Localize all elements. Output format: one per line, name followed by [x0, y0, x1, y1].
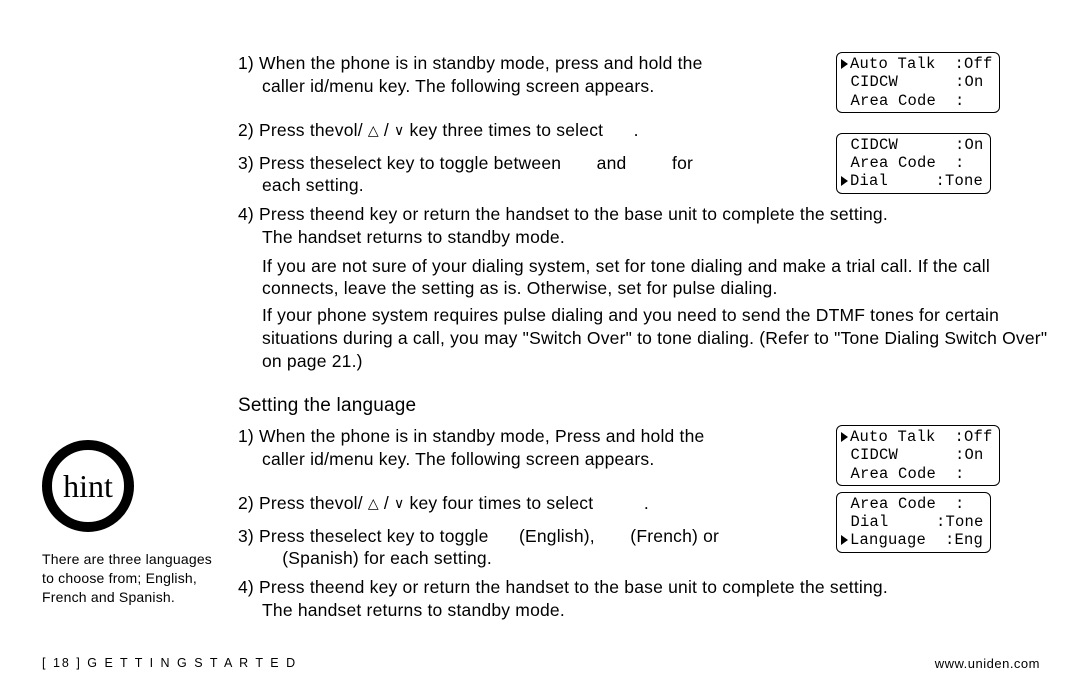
manual-page: hint There are three languages to choose…	[0, 0, 1080, 687]
text: (Spanish) for each setting.	[282, 548, 492, 568]
text: select	[335, 153, 382, 173]
text: (French) or	[625, 526, 719, 546]
lcd-line: CIDCW :On	[841, 136, 984, 154]
up-arrow-icon: △	[368, 495, 379, 511]
sec1-step1: 1) When the phone is in standby mode, pr…	[238, 52, 1058, 113]
hint-sidebar: hint There are three languages to choose…	[42, 440, 222, 607]
text: key four times to select	[410, 493, 599, 513]
lcd-line: Language :Eng	[850, 531, 983, 549]
text: 3) Press the	[238, 153, 335, 173]
text: 4) Press the	[238, 204, 335, 224]
text: for	[667, 153, 693, 173]
pointer-icon	[841, 432, 848, 442]
lcd-screen-1: Auto Talk :Off CIDCW :On Area Code :	[836, 52, 1000, 113]
text: vol/	[335, 120, 363, 140]
text: key to toggle between	[382, 153, 567, 173]
pointer-icon	[841, 59, 848, 69]
text: caller id/menu key. The following screen…	[238, 448, 828, 471]
sec1-note1: If you are not sure of your dialing syst…	[238, 255, 1058, 301]
page-footer: [ 18 ] G E T T I N G S T A R T E D www.u…	[42, 656, 1040, 671]
hint-note: There are three languages to choose from…	[42, 550, 222, 607]
lcd-line: Area Code :	[841, 465, 965, 483]
lcd-line: CIDCW :On	[841, 446, 984, 464]
text: 1) When the phone is in standby mode, Pr…	[238, 426, 704, 446]
text: .	[644, 493, 649, 513]
hint-label: hint	[63, 468, 113, 505]
text: each setting.	[238, 174, 828, 197]
lcd-line: Area Code :	[841, 495, 965, 513]
lcd-screen-3: Auto Talk :Off CIDCW :On Area Code :	[836, 425, 1000, 486]
pointer-icon	[841, 535, 848, 545]
text: .	[634, 120, 639, 140]
sec2-step2-3: 2) Press thevol/ △ / ∨ key four times to…	[238, 492, 1058, 570]
text: (English),	[514, 526, 600, 546]
text: key three times to select	[410, 120, 609, 140]
text: end	[335, 204, 365, 224]
sec2-step1: 1) When the phone is in standby mode, Pr…	[238, 425, 1058, 486]
sec1-step4: 4) Press theend key or return the handse…	[238, 203, 1058, 249]
text: and	[592, 153, 632, 173]
up-arrow-icon: △	[368, 122, 379, 138]
sec2-step4: 4) Press theend key or return the handse…	[238, 576, 1058, 622]
sec1-note2: If your phone system requires pulse dial…	[238, 304, 1058, 372]
text: 4) Press the	[238, 577, 335, 597]
section2-title: Setting the language	[238, 394, 1058, 419]
text: The handset returns to standby mode.	[238, 599, 1058, 622]
text: The handset returns to standby mode.	[238, 226, 1058, 249]
text: caller id/menu key. The following screen…	[238, 75, 828, 98]
text: 1) When the phone is in standby mode, pr…	[238, 53, 703, 73]
footer-left: [ 18 ] G E T T I N G S T A R T E D	[42, 656, 297, 671]
lcd-line: Auto Talk :Off	[850, 55, 993, 73]
text: 3) Press the	[238, 526, 335, 546]
text: end	[335, 577, 365, 597]
lcd-line: Area Code :	[841, 92, 965, 110]
text: key or return the handset to the base un…	[365, 204, 888, 224]
text: 2) Press the	[238, 120, 335, 140]
text: key or return the handset to the base un…	[365, 577, 888, 597]
lcd-line: Area Code :	[841, 154, 965, 172]
lcd-line: CIDCW :On	[841, 73, 984, 91]
lcd-line: Auto Talk :Off	[850, 428, 993, 446]
text: 2) Press the	[238, 493, 335, 513]
text: vol/	[335, 493, 363, 513]
lcd-screen-4: Area Code : Dial :Tone Language :Eng	[836, 492, 991, 553]
lcd-line: Dial :Tone	[841, 513, 984, 531]
footer-url: www.uniden.com	[935, 656, 1040, 671]
text: key to toggle	[382, 526, 494, 546]
lcd-line: Dial :Tone	[850, 172, 983, 190]
lcd-screen-2: CIDCW :On Area Code : Dial :Tone	[836, 133, 991, 194]
text: select	[335, 526, 382, 546]
pointer-icon	[841, 176, 848, 186]
down-arrow-icon: ∨	[394, 122, 404, 138]
hint-icon: hint	[42, 440, 134, 532]
main-content: 1) When the phone is in standby mode, pr…	[238, 52, 1058, 622]
sec1-step2-3: 2) Press thevol/ △ / ∨ key three times t…	[238, 119, 1058, 197]
down-arrow-icon: ∨	[394, 495, 404, 511]
